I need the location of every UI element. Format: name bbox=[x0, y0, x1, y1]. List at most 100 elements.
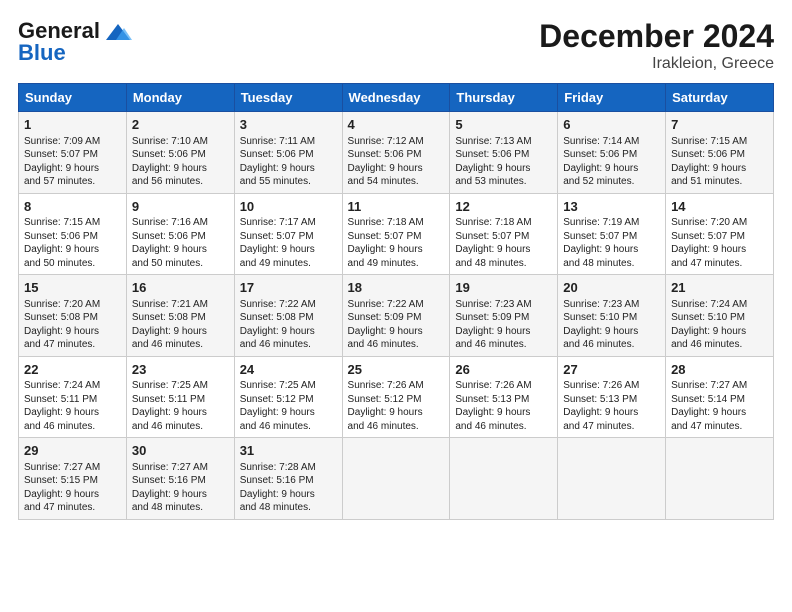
header: General Blue December 2024 Irakleion, Gr… bbox=[18, 18, 774, 73]
calendar-cell: 1Sunrise: 7:09 AMSunset: 5:07 PMDaylight… bbox=[19, 112, 127, 194]
logo-blue: Blue bbox=[18, 40, 66, 66]
calendar-cell: 10Sunrise: 7:17 AMSunset: 5:07 PMDayligh… bbox=[234, 193, 342, 275]
day-number: 13 bbox=[563, 198, 660, 216]
day-info: Sunrise: 7:28 AM bbox=[240, 461, 337, 475]
day-info: Daylight: 9 hours bbox=[132, 325, 229, 339]
day-info: Daylight: 9 hours bbox=[132, 243, 229, 257]
day-number: 4 bbox=[348, 116, 445, 134]
day-info: and 51 minutes. bbox=[671, 175, 768, 189]
day-info: Sunset: 5:06 PM bbox=[671, 148, 768, 162]
day-number: 1 bbox=[24, 116, 121, 134]
calendar-table: Sunday Monday Tuesday Wednesday Thursday… bbox=[18, 83, 774, 520]
calendar-cell: 18Sunrise: 7:22 AMSunset: 5:09 PMDayligh… bbox=[342, 275, 450, 357]
page-container: General Blue December 2024 Irakleion, Gr… bbox=[0, 0, 792, 530]
day-info: Sunset: 5:06 PM bbox=[132, 148, 229, 162]
day-number: 15 bbox=[24, 279, 121, 297]
day-info: Daylight: 9 hours bbox=[563, 243, 660, 257]
day-info: Sunrise: 7:26 AM bbox=[563, 379, 660, 393]
col-friday: Friday bbox=[558, 84, 666, 112]
day-info: and 50 minutes. bbox=[132, 257, 229, 271]
calendar-cell bbox=[342, 438, 450, 520]
day-info: Sunrise: 7:22 AM bbox=[240, 298, 337, 312]
day-info: Sunset: 5:08 PM bbox=[24, 311, 121, 325]
day-info: Sunset: 5:16 PM bbox=[240, 474, 337, 488]
day-number: 7 bbox=[671, 116, 768, 134]
calendar-cell: 23Sunrise: 7:25 AMSunset: 5:11 PMDayligh… bbox=[126, 356, 234, 438]
calendar-cell: 27Sunrise: 7:26 AMSunset: 5:13 PMDayligh… bbox=[558, 356, 666, 438]
calendar-cell: 12Sunrise: 7:18 AMSunset: 5:07 PMDayligh… bbox=[450, 193, 558, 275]
calendar-cell: 7Sunrise: 7:15 AMSunset: 5:06 PMDaylight… bbox=[666, 112, 774, 194]
day-info: and 46 minutes. bbox=[455, 338, 552, 352]
calendar-cell: 30Sunrise: 7:27 AMSunset: 5:16 PMDayligh… bbox=[126, 438, 234, 520]
day-info: Sunrise: 7:18 AM bbox=[455, 216, 552, 230]
day-info: and 46 minutes. bbox=[132, 338, 229, 352]
day-number: 23 bbox=[132, 361, 229, 379]
day-info: Sunset: 5:11 PM bbox=[132, 393, 229, 407]
day-info: Daylight: 9 hours bbox=[455, 325, 552, 339]
calendar-cell: 15Sunrise: 7:20 AMSunset: 5:08 PMDayligh… bbox=[19, 275, 127, 357]
day-info: Daylight: 9 hours bbox=[348, 243, 445, 257]
calendar-cell: 28Sunrise: 7:27 AMSunset: 5:14 PMDayligh… bbox=[666, 356, 774, 438]
calendar-cell: 8Sunrise: 7:15 AMSunset: 5:06 PMDaylight… bbox=[19, 193, 127, 275]
day-info: and 46 minutes. bbox=[348, 338, 445, 352]
day-info: and 47 minutes. bbox=[24, 501, 121, 515]
calendar-week-2: 8Sunrise: 7:15 AMSunset: 5:06 PMDaylight… bbox=[19, 193, 774, 275]
day-number: 6 bbox=[563, 116, 660, 134]
day-info: Daylight: 9 hours bbox=[671, 406, 768, 420]
day-info: and 46 minutes. bbox=[240, 420, 337, 434]
day-info: Daylight: 9 hours bbox=[563, 325, 660, 339]
col-monday: Monday bbox=[126, 84, 234, 112]
day-info: Daylight: 9 hours bbox=[240, 406, 337, 420]
day-info: Sunrise: 7:27 AM bbox=[671, 379, 768, 393]
day-info: and 46 minutes. bbox=[24, 420, 121, 434]
calendar-cell: 26Sunrise: 7:26 AMSunset: 5:13 PMDayligh… bbox=[450, 356, 558, 438]
calendar-cell: 22Sunrise: 7:24 AMSunset: 5:11 PMDayligh… bbox=[19, 356, 127, 438]
day-number: 11 bbox=[348, 198, 445, 216]
calendar-week-4: 22Sunrise: 7:24 AMSunset: 5:11 PMDayligh… bbox=[19, 356, 774, 438]
day-info: Daylight: 9 hours bbox=[348, 406, 445, 420]
day-info: Sunrise: 7:20 AM bbox=[671, 216, 768, 230]
calendar-cell: 24Sunrise: 7:25 AMSunset: 5:12 PMDayligh… bbox=[234, 356, 342, 438]
day-info: Sunset: 5:15 PM bbox=[24, 474, 121, 488]
day-info: Sunset: 5:06 PM bbox=[240, 148, 337, 162]
day-info: Daylight: 9 hours bbox=[24, 243, 121, 257]
day-info: and 47 minutes. bbox=[671, 257, 768, 271]
calendar-week-3: 15Sunrise: 7:20 AMSunset: 5:08 PMDayligh… bbox=[19, 275, 774, 357]
column-headers: Sunday Monday Tuesday Wednesday Thursday… bbox=[19, 84, 774, 112]
day-info: and 57 minutes. bbox=[24, 175, 121, 189]
day-info: Daylight: 9 hours bbox=[455, 406, 552, 420]
day-info: Sunset: 5:11 PM bbox=[24, 393, 121, 407]
day-number: 14 bbox=[671, 198, 768, 216]
day-info: and 55 minutes. bbox=[240, 175, 337, 189]
calendar-cell: 19Sunrise: 7:23 AMSunset: 5:09 PMDayligh… bbox=[450, 275, 558, 357]
day-info: Sunset: 5:09 PM bbox=[455, 311, 552, 325]
day-info: Sunrise: 7:18 AM bbox=[348, 216, 445, 230]
calendar-cell: 5Sunrise: 7:13 AMSunset: 5:06 PMDaylight… bbox=[450, 112, 558, 194]
day-info: and 46 minutes. bbox=[240, 338, 337, 352]
day-info: Sunrise: 7:09 AM bbox=[24, 135, 121, 149]
day-number: 20 bbox=[563, 279, 660, 297]
calendar-cell bbox=[450, 438, 558, 520]
day-info: Sunrise: 7:21 AM bbox=[132, 298, 229, 312]
day-info: and 52 minutes. bbox=[563, 175, 660, 189]
col-thursday: Thursday bbox=[450, 84, 558, 112]
day-info: Daylight: 9 hours bbox=[240, 243, 337, 257]
calendar-title: December 2024 bbox=[539, 18, 774, 55]
day-info: Sunrise: 7:26 AM bbox=[455, 379, 552, 393]
day-info: and 46 minutes. bbox=[348, 420, 445, 434]
day-info: and 53 minutes. bbox=[455, 175, 552, 189]
calendar-cell: 14Sunrise: 7:20 AMSunset: 5:07 PMDayligh… bbox=[666, 193, 774, 275]
day-number: 17 bbox=[240, 279, 337, 297]
day-info: and 49 minutes. bbox=[348, 257, 445, 271]
logo: General Blue bbox=[18, 18, 134, 66]
col-tuesday: Tuesday bbox=[234, 84, 342, 112]
calendar-cell bbox=[666, 438, 774, 520]
calendar-week-1: 1Sunrise: 7:09 AMSunset: 5:07 PMDaylight… bbox=[19, 112, 774, 194]
calendar-cell bbox=[558, 438, 666, 520]
calendar-cell: 25Sunrise: 7:26 AMSunset: 5:12 PMDayligh… bbox=[342, 356, 450, 438]
day-info: Sunrise: 7:26 AM bbox=[348, 379, 445, 393]
day-info: Sunrise: 7:27 AM bbox=[132, 461, 229, 475]
day-info: Sunset: 5:16 PM bbox=[132, 474, 229, 488]
day-info: Daylight: 9 hours bbox=[132, 162, 229, 176]
day-number: 30 bbox=[132, 442, 229, 460]
